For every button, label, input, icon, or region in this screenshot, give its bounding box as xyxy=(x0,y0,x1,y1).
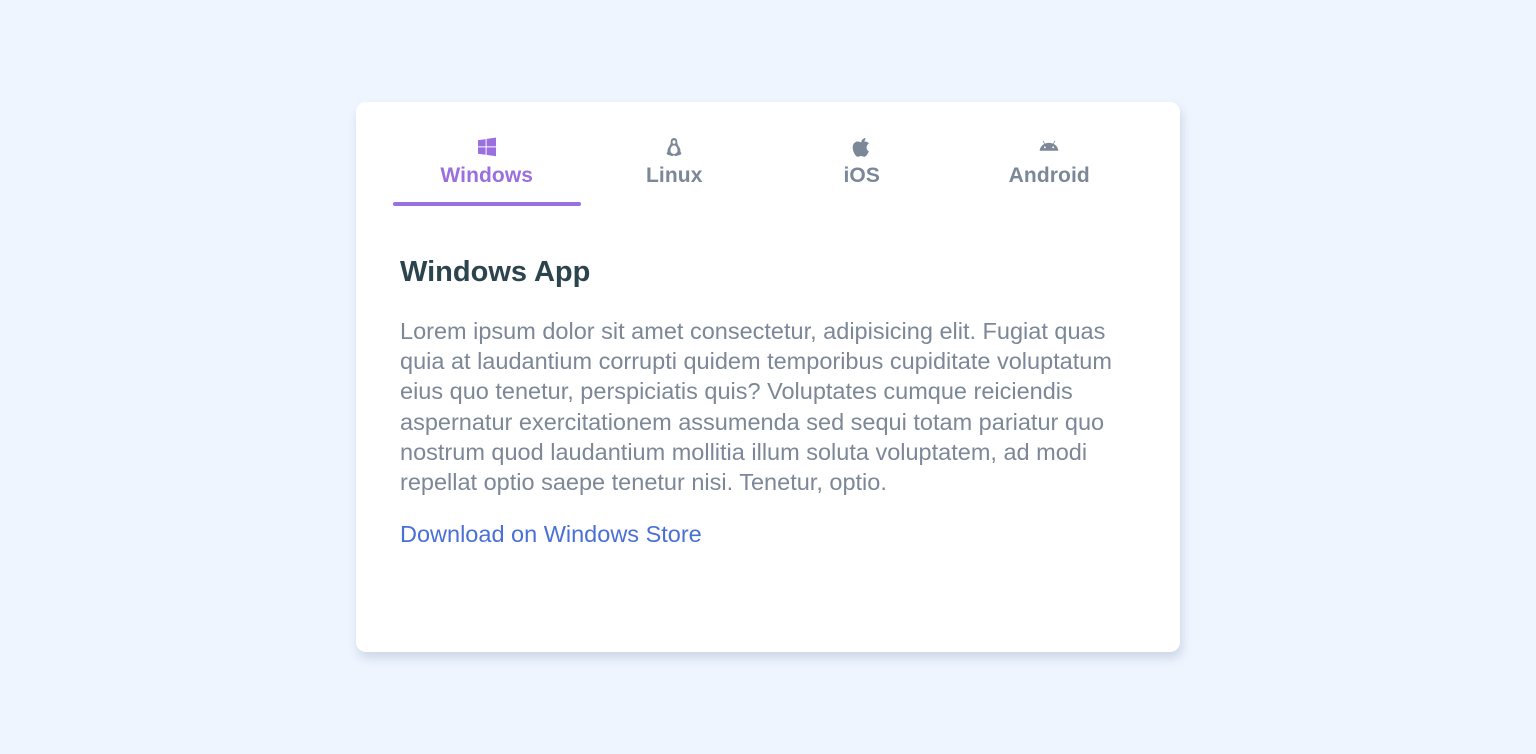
download-link[interactable]: Download on Windows Store xyxy=(400,521,702,548)
tab-android[interactable]: Android xyxy=(956,102,1144,206)
platform-tabs: Windows Linux iOS Android xyxy=(393,102,1143,206)
tab-label-linux: Linux xyxy=(646,164,703,187)
tab-indicator xyxy=(581,202,769,206)
tab-label-windows: Windows xyxy=(440,164,534,187)
windows-icon xyxy=(476,136,498,158)
platform-card: Windows Linux iOS Android Windows App Lo… xyxy=(356,102,1180,652)
tab-windows[interactable]: Windows xyxy=(393,102,581,206)
panel-title: Windows App xyxy=(400,256,591,288)
tab-indicator xyxy=(768,202,956,206)
active-tab-indicator xyxy=(393,202,581,206)
linux-icon xyxy=(663,136,685,158)
android-icon xyxy=(1038,136,1060,158)
tab-label-android: Android xyxy=(1008,164,1090,187)
tab-ios[interactable]: iOS xyxy=(768,102,956,206)
apple-icon xyxy=(851,136,873,158)
tab-indicator xyxy=(956,202,1144,206)
tab-panel-windows: Windows App Lorem ipsum dolor sit amet c… xyxy=(400,254,1140,548)
panel-description: Lorem ipsum dolor sit amet consectetur, … xyxy=(400,318,1112,496)
tab-label-ios: iOS xyxy=(843,164,880,187)
tab-linux[interactable]: Linux xyxy=(581,102,769,206)
